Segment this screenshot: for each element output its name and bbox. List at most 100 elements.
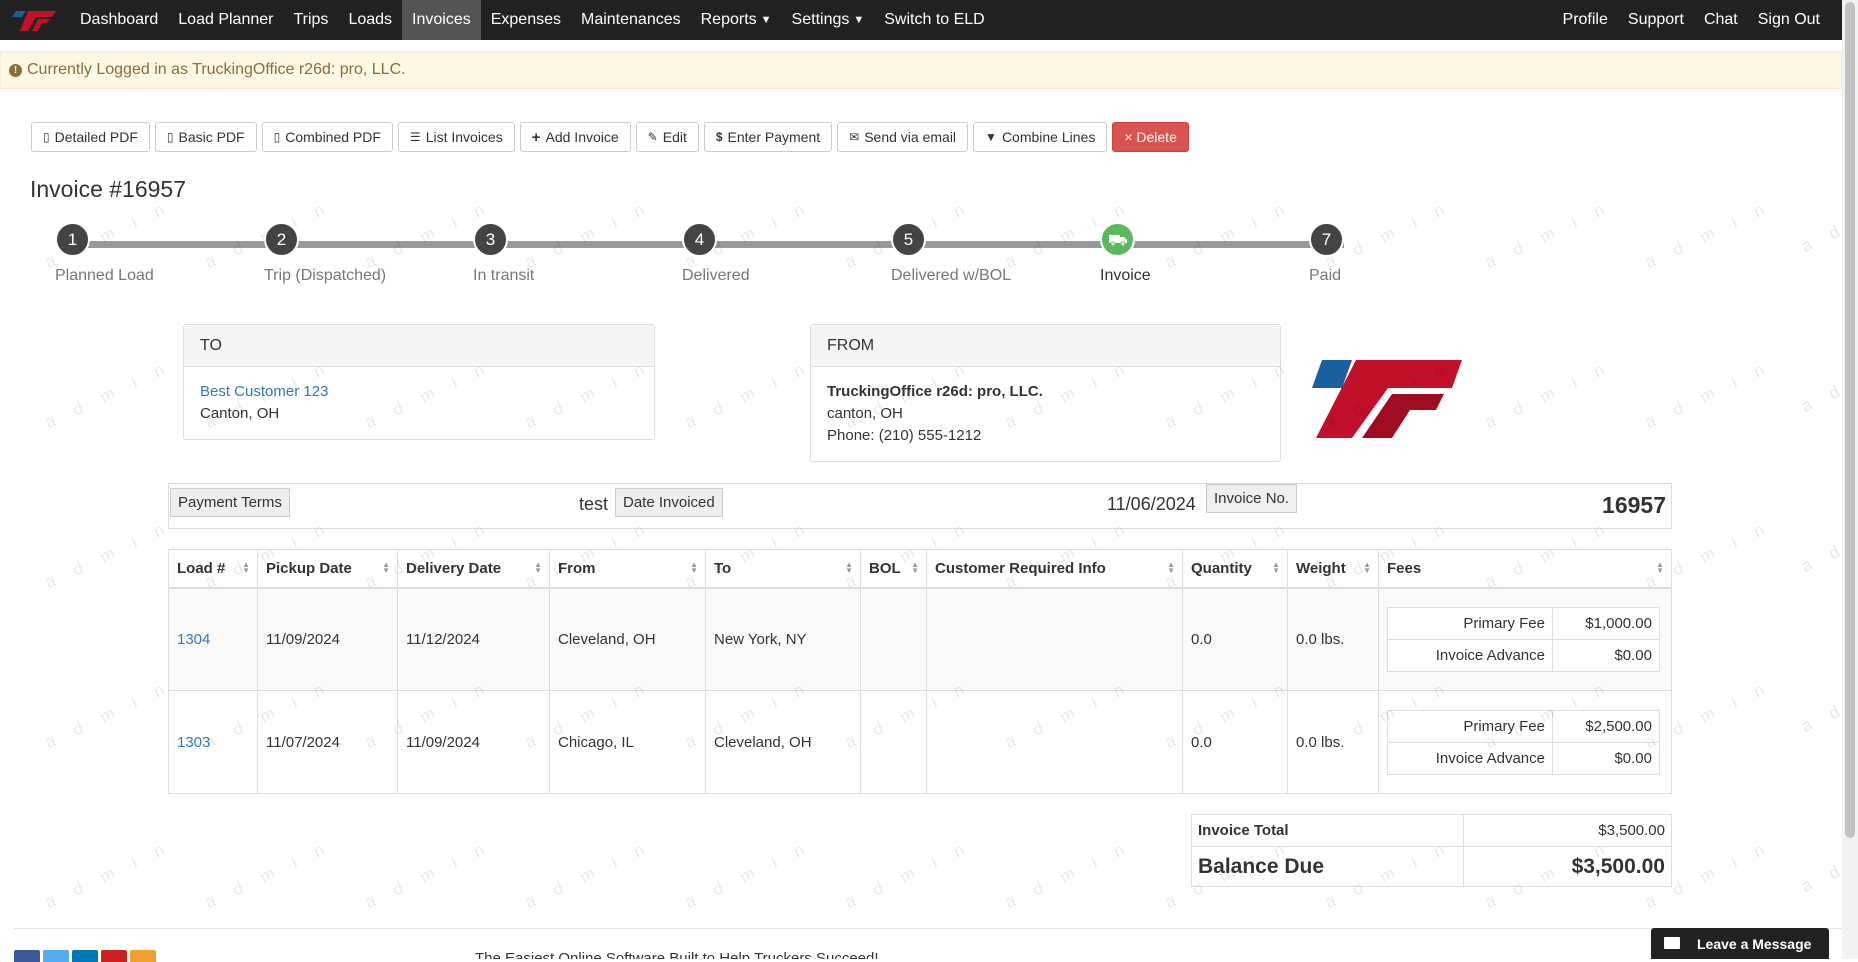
col-fees[interactable]: Fees ▲ ▼ — [1378, 549, 1672, 589]
detailed-pdf-button[interactable]: ▯ Detailed PDF — [31, 122, 150, 152]
step-label: Planned Load — [55, 267, 154, 284]
customer-required-info — [926, 587, 1183, 691]
watermark-text: a d m i n — [522, 836, 655, 913]
col-pickup-date[interactable]: Pickup Date ▲ ▼ — [257, 549, 398, 589]
facebook-icon[interactable] — [14, 950, 40, 962]
nav-maintenances[interactable]: Maintenances — [571, 0, 691, 40]
send-email-label: Send via email — [864, 129, 957, 145]
col-weight[interactable]: Weight ▲ ▼ — [1287, 549, 1379, 589]
quantity: 0.0 — [1182, 587, 1288, 691]
youtube-icon[interactable] — [101, 950, 127, 962]
nav-load-planner[interactable]: Load Planner — [168, 0, 283, 40]
invoice-progress: 1 Planned Load 2 Trip (Dispatched) 3 In … — [55, 222, 1345, 292]
nav-profile[interactable]: Profile — [1553, 0, 1618, 40]
linkedin-icon[interactable] — [72, 950, 98, 962]
footer-tagline: The Easiest Online Software Built to Hel… — [475, 950, 879, 959]
nav-dashboard[interactable]: Dashboard — [70, 0, 168, 40]
step-trip-dispatched: 2 Trip (Dispatched) — [264, 222, 386, 284]
pencil-icon: ✎ — [647, 130, 658, 144]
watermark-text: a d m i n — [1482, 356, 1615, 433]
add-invoice-button[interactable]: + Add Invoice — [519, 122, 631, 152]
step-circle: 3 — [473, 222, 508, 257]
list-invoices-label: List Invoices — [425, 129, 503, 145]
to-city: Cleveland, OH — [705, 690, 861, 794]
col-bol[interactable]: BOL ▲ ▼ — [860, 549, 927, 589]
pdf-file-icon: ▯ — [273, 130, 281, 144]
balance-due-value: $3,500.00 — [1463, 846, 1672, 887]
table-row: 1304 11/09/2024 11/12/2024 Cleveland, OH… — [168, 587, 1672, 691]
sort-icon: ▲ ▼ — [690, 560, 698, 575]
page-scrollbar[interactable] — [1842, 0, 1858, 959]
leave-message-label: Leave a Message — [1697, 935, 1812, 952]
leave-message-button[interactable]: Leave a Message — [1651, 928, 1829, 959]
combined-pdf-button[interactable]: ▯ Combined PDF — [261, 122, 393, 152]
col-quantity[interactable]: Quantity ▲ ▼ — [1182, 549, 1288, 589]
nav-invoices[interactable]: Invoices — [402, 0, 481, 40]
col-to[interactable]: To ▲ ▼ — [705, 549, 861, 589]
step-label: Invoice — [1100, 267, 1151, 284]
enter-payment-button[interactable]: $ Enter Payment — [703, 122, 833, 152]
step-label: Paid — [1309, 267, 1342, 284]
nav-reports-label: Reports — [700, 11, 757, 28]
step-circle: 1 — [55, 222, 90, 257]
scrollbar-thumb[interactable] — [1845, 2, 1855, 838]
col-load-label: Load # — [177, 559, 226, 577]
pickup-date: 11/07/2024 — [257, 690, 398, 794]
rss-icon[interactable] — [130, 950, 156, 962]
sort-icon: ▲ ▼ — [1167, 560, 1175, 575]
company-city: canton, OH — [827, 405, 903, 422]
sort-icon: ▲ ▼ — [382, 560, 390, 575]
basic-pdf-label: Basic PDF — [178, 129, 245, 145]
col-customer-info-label: Customer Required Info — [935, 559, 1106, 577]
edit-button[interactable]: ✎ Edit — [635, 122, 699, 152]
col-from[interactable]: From ▲ ▼ — [549, 549, 706, 589]
send-email-button[interactable]: ✉ Send via email — [837, 122, 969, 152]
fee-amount: $0.00 — [1552, 741, 1660, 775]
load-link[interactable]: 1303 — [177, 734, 210, 751]
col-delivery-date[interactable]: Delivery Date ▲ ▼ — [397, 549, 550, 589]
balance-due-label: Balance Due — [1191, 846, 1464, 887]
basic-pdf-button[interactable]: ▯ Basic PDF — [154, 122, 257, 152]
step-label: Delivered w/BOL — [891, 267, 1012, 284]
weight: 0.0 lbs. — [1287, 690, 1379, 794]
payment-terms-label: Payment Terms — [170, 488, 290, 517]
nav-support[interactable]: Support — [1618, 0, 1694, 40]
sort-icon: ▲ ▼ — [534, 560, 542, 575]
nav-expenses[interactable]: Expenses — [481, 0, 571, 40]
customer-link[interactable]: Best Customer 123 — [200, 381, 638, 403]
brand-logo[interactable] — [0, 0, 70, 40]
col-to-label: To — [714, 559, 732, 577]
filter-icon: ▼ — [985, 130, 997, 144]
nav-settings[interactable]: Settings ▼ — [782, 0, 875, 40]
combine-lines-button[interactable]: ▼ Combine Lines — [973, 122, 1108, 152]
from-heading: FROM — [811, 325, 1280, 367]
list-invoices-button[interactable]: ☰ List Invoices — [397, 122, 515, 152]
nav-chat[interactable]: Chat — [1694, 0, 1748, 40]
sort-icon: ▲ ▼ — [911, 560, 919, 575]
nav-trips[interactable]: Trips — [283, 0, 338, 40]
envelope-icon — [1664, 937, 1680, 949]
watermark-text: a d m i n — [42, 676, 175, 753]
top-navbar: Dashboard Load Planner Trips Loads Invoi… — [0, 0, 1858, 40]
page-title: Invoice #16957 — [30, 176, 187, 202]
col-weight-label: Weight — [1296, 559, 1346, 577]
nav-sign-out[interactable]: Sign Out — [1748, 0, 1830, 40]
col-load[interactable]: Load # ▲ ▼ — [168, 549, 258, 589]
delete-button[interactable]: × Delete — [1112, 122, 1189, 152]
load-link[interactable]: 1304 — [177, 631, 210, 648]
watermark-text: a d m i n — [1002, 836, 1135, 913]
nav-loads[interactable]: Loads — [338, 0, 402, 40]
delivery-date: 11/09/2024 — [397, 690, 550, 794]
step-delivered: 4 Delivered — [682, 222, 750, 284]
twitter-icon[interactable] — [43, 950, 69, 962]
truck-icon — [1100, 222, 1135, 257]
nav-switch-eld[interactable]: Switch to ELD — [874, 0, 994, 40]
col-from-label: From — [558, 559, 596, 577]
to-city: New York, NY — [705, 587, 861, 691]
nav-reports[interactable]: Reports ▼ — [691, 0, 782, 40]
col-bol-label: BOL — [869, 559, 901, 577]
watermark-text: a d m i n — [1642, 356, 1775, 433]
step-delivered-bol: 5 Delivered w/BOL — [891, 222, 1011, 284]
col-customer-info[interactable]: Customer Required Info ▲ ▼ — [926, 549, 1183, 589]
step-label: Trip (Dispatched) — [264, 267, 387, 284]
